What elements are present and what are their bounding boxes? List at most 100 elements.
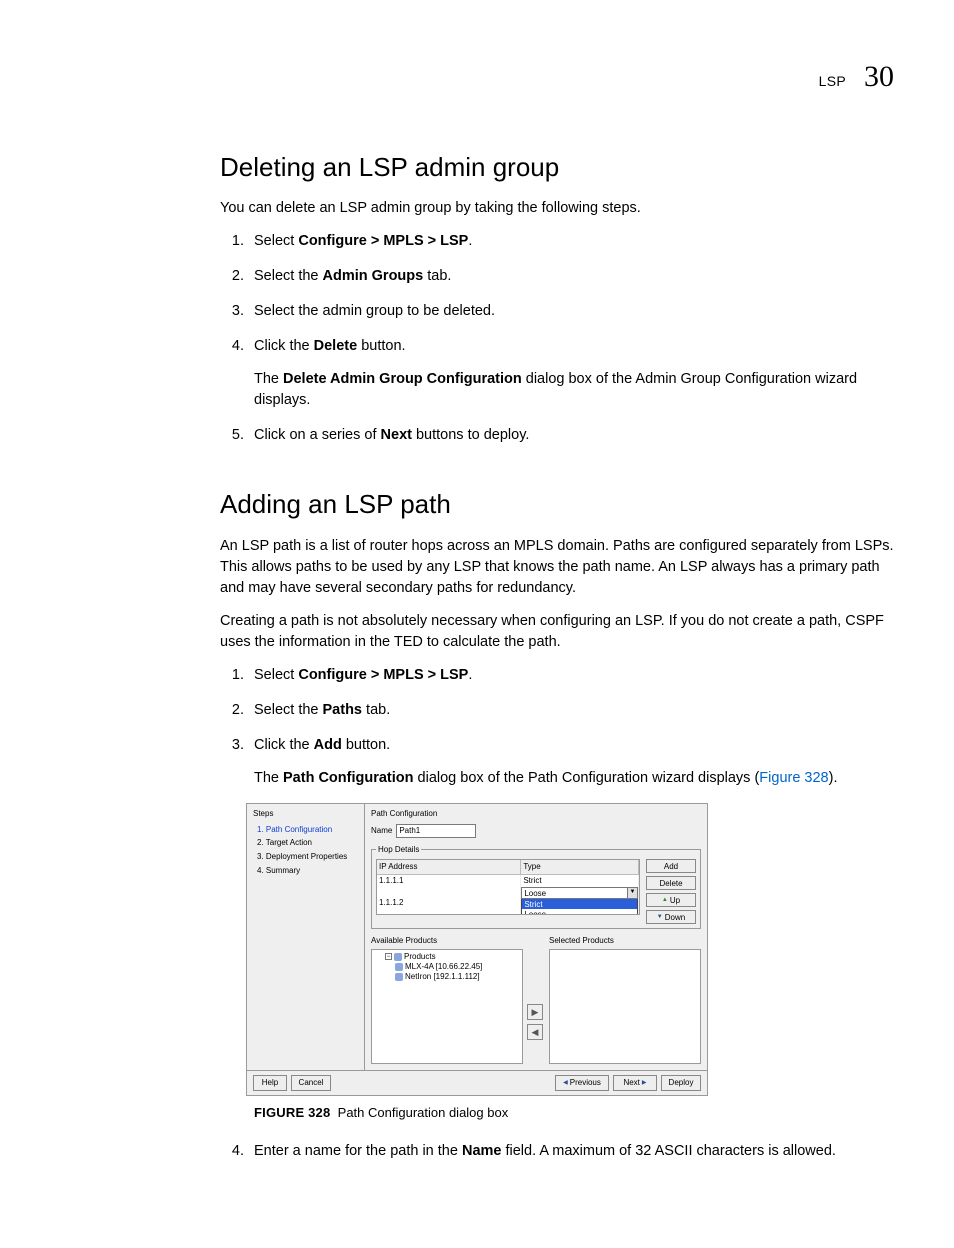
col-type: Type: [521, 860, 639, 874]
step-text: Select: [254, 233, 298, 249]
step-text: Enter a name for the path in the: [254, 1143, 462, 1159]
step-bold: Delete: [314, 338, 358, 354]
step-bold: Admin Groups: [323, 268, 424, 284]
list-item: Enter a name for the path in the Name fi…: [248, 1141, 894, 1162]
deploy-button[interactable]: Deploy: [661, 1075, 701, 1091]
list-item: Select Configure > MPLS > LSP.: [248, 665, 894, 686]
step-subtext: The Delete Admin Group Configuration dia…: [254, 369, 894, 411]
help-button[interactable]: Help: [253, 1075, 287, 1091]
table-row[interactable]: 1.1.1.2 Loose ▼: [377, 887, 639, 916]
dialog-title: Path Configuration: [371, 808, 701, 820]
btn-label: Deploy: [669, 1077, 694, 1089]
wizard-step[interactable]: 3. Deployment Properties: [257, 851, 358, 863]
step-text: Click the: [254, 737, 314, 753]
step-text: field. A maximum of 32 ASCII characters …: [501, 1143, 835, 1159]
list-item: Select the Paths tab.: [248, 700, 894, 721]
move-right-button[interactable]: ▶: [527, 1004, 543, 1020]
step-text: Select the admin group to be deleted.: [254, 303, 495, 319]
step-text: Select the: [254, 268, 323, 284]
step-text: buttons to deploy.: [412, 427, 529, 443]
btn-label: Down: [665, 912, 685, 924]
available-products-tree[interactable]: − Products MLX-4A [10.66.22.45] NetIron …: [371, 949, 523, 1064]
btn-label: Add: [664, 861, 678, 873]
btn-label: Cancel: [299, 1077, 324, 1089]
step-bold: Paths: [323, 702, 363, 718]
step-text: tab.: [362, 702, 390, 718]
combo-option[interactable]: Loose: [522, 909, 637, 916]
add-button[interactable]: Add: [646, 859, 696, 873]
btn-label: Help: [262, 1077, 278, 1089]
step-text: .: [468, 667, 472, 683]
step-text: tab.: [423, 268, 451, 284]
btn-label: Up: [670, 895, 680, 907]
device-icon: [395, 973, 403, 981]
section2-para1: An LSP path is a list of router hops acr…: [220, 536, 894, 599]
hop-table[interactable]: IP Address Type 1.1.1.1 Strict: [376, 859, 640, 915]
triangle-up-icon: ▲: [662, 896, 668, 905]
tree-leaf[interactable]: NetIron [192.1.1.112]: [375, 972, 519, 982]
col-ip: IP Address: [377, 860, 521, 874]
previous-button[interactable]: ◀Previous: [555, 1075, 609, 1091]
section-heading-add: Adding an LSP path: [220, 486, 894, 524]
available-products-label: Available Products: [371, 935, 523, 947]
list-item: Select Configure > MPLS > LSP.: [248, 231, 894, 252]
folder-icon: [394, 953, 402, 961]
chapter-number: 30: [864, 55, 894, 99]
cell-ip: 1.1.1.2: [377, 887, 521, 916]
sub-text: ).: [829, 770, 838, 786]
sub-text: dialog box of the Path Configuration wiz…: [414, 770, 760, 786]
cell-type: Strict: [521, 874, 639, 886]
next-button[interactable]: Next▶: [613, 1075, 657, 1091]
figure-ref-link[interactable]: Figure 328: [759, 770, 828, 786]
section2-para2: Creating a path is not absolutely necess…: [220, 611, 894, 653]
delete-button[interactable]: Delete: [646, 876, 696, 890]
step-text: button.: [357, 338, 405, 354]
down-button[interactable]: ▼Down: [646, 910, 696, 924]
sub-text: The: [254, 371, 283, 387]
combo-value: Loose: [524, 889, 546, 898]
btn-label: Previous: [570, 1077, 601, 1089]
step-text: Click on a series of: [254, 427, 381, 443]
figure-number: FIGURE 328: [254, 1105, 330, 1120]
btn-label: Delete: [659, 878, 682, 890]
sub-bold: Delete Admin Group Configuration: [283, 371, 522, 387]
list-item: Click the Delete button. The Delete Admi…: [248, 336, 894, 411]
section1-intro: You can delete an LSP admin group by tak…: [220, 198, 894, 219]
step-bold: Add: [314, 737, 342, 753]
move-left-button[interactable]: ◀: [527, 1024, 543, 1040]
collapse-icon[interactable]: −: [385, 953, 392, 960]
wizard-step[interactable]: 1. Path Configuration: [257, 824, 358, 836]
section2-steps: Select Configure > MPLS > LSP. Select th…: [220, 665, 894, 1162]
cancel-button[interactable]: Cancel: [291, 1075, 331, 1091]
name-input[interactable]: [396, 824, 476, 838]
selected-products-label: Selected Products: [549, 935, 701, 947]
table-row[interactable]: 1.1.1.1 Strict: [377, 874, 639, 886]
combo-option[interactable]: Strict: [522, 899, 637, 909]
combo-dropdown: Strict Loose: [521, 899, 638, 916]
section1-steps: Select Configure > MPLS > LSP. Select th…: [220, 231, 894, 446]
btn-label: Next: [623, 1077, 639, 1089]
step-bold: Configure > MPLS > LSP: [298, 233, 468, 249]
wizard-step[interactable]: 2. Target Action: [257, 837, 358, 849]
step-text: .: [468, 233, 472, 249]
type-combo[interactable]: Loose ▼: [521, 887, 638, 899]
triangle-right-icon: ▶: [642, 1079, 647, 1088]
running-header: LSP 30: [60, 55, 894, 99]
selected-products-box[interactable]: [549, 949, 701, 1064]
step-text: Select: [254, 667, 298, 683]
hop-details-legend: Hop Details: [376, 844, 421, 856]
step-bold: Next: [381, 427, 412, 443]
step-subtext: The Path Configuration dialog box of the…: [254, 768, 894, 789]
running-header-text: LSP: [819, 71, 846, 91]
up-button[interactable]: ▲Up: [646, 893, 696, 907]
path-config-dialog: Steps 1. Path Configuration 2. Target Ac…: [246, 803, 708, 1096]
triangle-left-icon: ◀: [563, 1079, 568, 1088]
triangle-down-icon: ▼: [657, 913, 663, 922]
figure-caption: FIGURE 328 Path Configuration dialog box: [254, 1104, 894, 1123]
device-icon: [395, 963, 403, 971]
list-item: Select the admin group to be deleted.: [248, 301, 894, 322]
wizard-steps-panel: Steps 1. Path Configuration 2. Target Ac…: [247, 804, 365, 1070]
name-label: Name: [371, 825, 392, 837]
wizard-step[interactable]: 4. Summary: [257, 865, 358, 877]
triangle-left-icon: ◀: [532, 1026, 539, 1039]
